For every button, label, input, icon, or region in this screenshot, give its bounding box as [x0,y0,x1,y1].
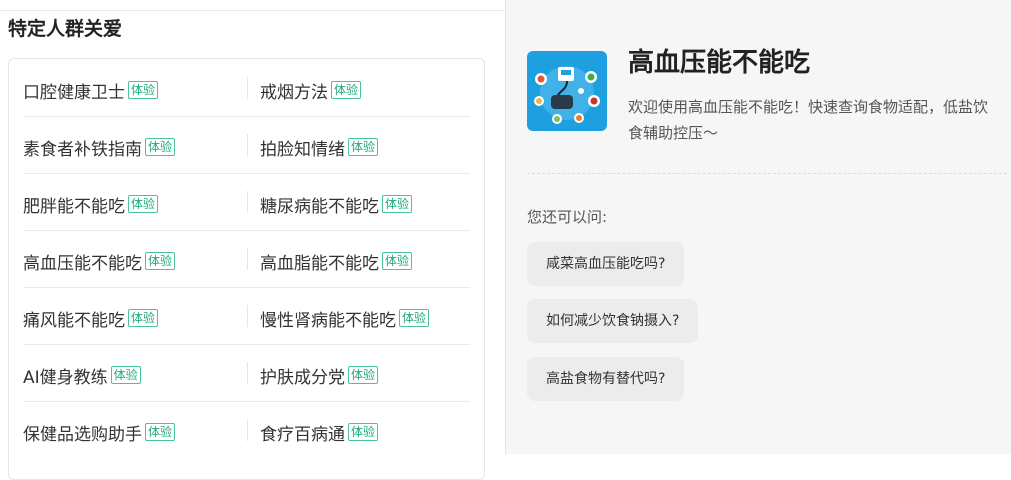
suggestion-chip[interactable]: 如何减少饮食钠摄入? [527,299,699,343]
tool-item[interactable]: AI健身教练 体验 [23,363,141,388]
list-row: AI健身教练 体验 护肤成分党 体验 [23,344,470,402]
tool-item-label: 糖尿病能不能吃 [260,196,379,217]
app-description: 欢迎使用高血压能不能吃！快速查询食物适配，低盐饮食辅助控压～ [628,98,989,142]
tool-item[interactable]: 素食者补铁指南 体验 [23,135,176,160]
tool-item[interactable]: 护肤成分党 体验 [260,363,379,388]
tool-item-label: 痛风能不能吃 [23,310,125,331]
column-divider [247,77,248,99]
tool-item[interactable]: 食疗百病通 体验 [260,420,379,445]
column-divider [247,419,248,441]
try-tag: 体验 [110,366,141,384]
try-tag: 体验 [128,81,159,99]
section-title: 特定人群关爱 [8,18,123,40]
tool-item-label: 戒烟方法 [260,82,328,103]
tool-item[interactable]: 拍脸知情绪 体验 [260,135,379,160]
list-row: 素食者补铁指南 体验 拍脸知情绪 体验 [23,116,470,174]
try-tag: 体验 [128,195,159,213]
column-divider [247,305,248,327]
column-divider [247,362,248,384]
try-tag: 体验 [399,309,430,327]
column-divider [247,248,248,270]
tool-item-label: 口腔健康卫士 [23,82,125,103]
dashed-divider [527,173,1007,174]
tool-item[interactable]: 高血脂能不能吃 体验 [260,249,413,274]
try-tag: 体验 [382,195,413,213]
try-tag: 体验 [128,309,159,327]
try-tag: 体验 [331,81,362,99]
tool-item[interactable]: 糖尿病能不能吃 体验 [260,192,413,217]
try-tag: 体验 [145,423,176,441]
tool-item[interactable]: 口腔健康卫士 体验 [23,78,159,103]
try-tag: 体验 [145,252,176,270]
suggestion-chip[interactable]: 高盐食物有替代吗? [527,357,685,401]
tool-item-label: 素食者补铁指南 [23,139,142,160]
tool-item[interactable]: 痛风能不能吃 体验 [23,306,159,331]
list-row: 口腔健康卫士 体验 戒烟方法 体验 [23,59,470,117]
list-row: 痛风能不能吃 体验 慢性肾病能不能吃 体验 [23,287,470,345]
tool-item-label: 肥胖能不能吃 [23,196,125,217]
column-divider [247,191,248,213]
tool-item[interactable]: 慢性肾病能不能吃 体验 [260,306,430,331]
try-tag: 体验 [382,252,413,270]
list-row: 高血压能不能吃 体验 高血脂能不能吃 体验 [23,230,470,288]
tool-item-label: 拍脸知情绪 [260,139,345,160]
tool-item[interactable]: 戒烟方法 体验 [260,78,362,103]
tool-item-label: 护肤成分党 [260,367,345,388]
list-row: 保健品选购助手 体验 食疗百病通 体验 [23,401,470,458]
try-tag: 体验 [145,138,176,156]
tool-list-card: 口腔健康卫士 体验 戒烟方法 体验 素食者补铁指南 体验 拍脸知情绪 体验 肥胖能不能吃… [8,58,485,480]
tool-item-label: AI健身教练 [23,367,108,388]
tool-item-label: 慢性肾病能不能吃 [260,310,396,331]
tool-item[interactable]: 高血压能不能吃 体验 [23,249,176,274]
suggestion-chip[interactable]: 咸菜高血压能吃吗? [527,242,685,286]
tool-item[interactable]: 保健品选购助手 体验 [23,420,176,445]
tool-item-label: 保健品选购助手 [23,424,142,445]
try-tag: 体验 [348,138,379,156]
try-tag: 体验 [348,423,379,441]
ask-label: 您还可以问: [527,208,608,226]
tool-item-label: 食疗百病通 [260,424,345,445]
tool-item[interactable]: 肥胖能不能吃 体验 [23,192,159,217]
app-title: 高血压能不能吃 [628,48,811,78]
try-tag: 体验 [348,366,379,384]
top-divider [0,10,505,11]
column-divider [247,134,248,156]
list-row: 肥胖能不能吃 体验 糖尿病能不能吃 体验 [23,173,470,231]
blood-pressure-food-icon [527,51,607,131]
tool-item-label: 高血脂能不能吃 [260,253,379,274]
tool-item-label: 高血压能不能吃 [23,253,142,274]
